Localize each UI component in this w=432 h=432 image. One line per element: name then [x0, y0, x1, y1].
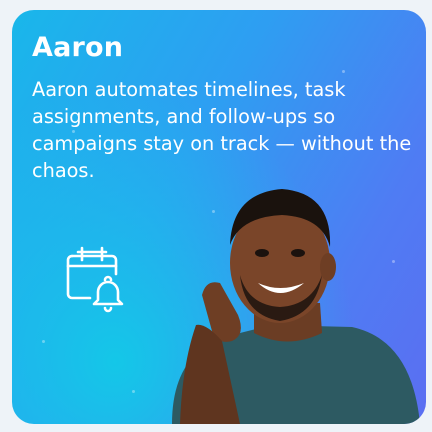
agent-card: Aaron Aaron automates timelines, task as…	[12, 10, 426, 424]
agent-description: Aaron automates timelines, task assignme…	[32, 78, 412, 182]
agent-name: Aaron	[32, 32, 124, 63]
person-photo	[172, 189, 420, 424]
calendar-bell-icon	[66, 246, 124, 313]
